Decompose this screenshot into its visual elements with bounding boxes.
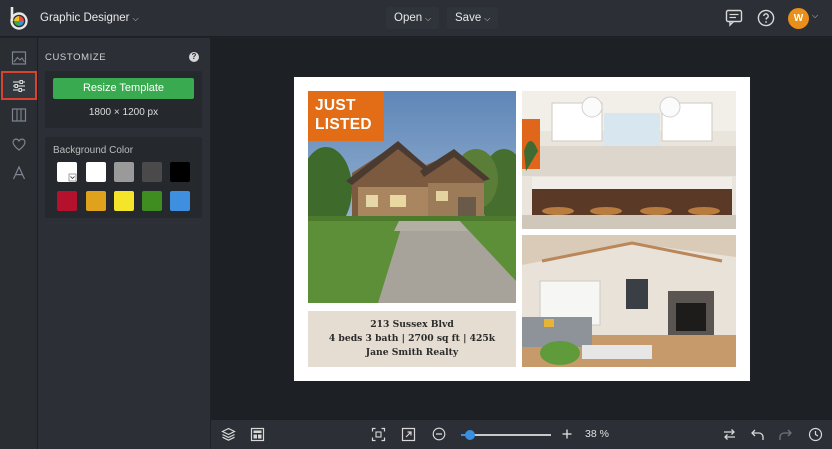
columns-icon	[11, 107, 27, 122]
help-icon[interactable]: ?	[189, 52, 199, 62]
listing-info-box[interactable]: 213 Sussex Blvd 4 beds 3 bath | 2700 sq …	[308, 311, 516, 367]
text-icon	[12, 165, 26, 179]
swatch-orange[interactable]	[86, 191, 106, 211]
image-icon	[11, 50, 27, 65]
save-menu-button[interactable]: Save ⌵	[447, 7, 499, 29]
template-layout-icon[interactable]	[250, 427, 265, 447]
help-icon[interactable]	[757, 9, 775, 32]
badge-line-1: JUST	[315, 97, 356, 114]
user-avatar[interactable]: W	[788, 8, 809, 29]
comments-icon[interactable]	[725, 9, 743, 32]
open-label: Open	[394, 12, 423, 24]
customize-panel: CUSTOMIZE ? Resize Template 1800 × 1200 …	[38, 38, 210, 449]
chevron-down-icon[interactable]: ⌵	[812, 11, 818, 21]
swatch-custom[interactable]	[57, 162, 77, 182]
template-dimensions: 1800 × 1200 px	[88, 107, 159, 118]
zoom-in-icon[interactable]	[560, 427, 574, 446]
background-color-card: Background Color	[45, 137, 202, 218]
heart-icon	[12, 138, 26, 151]
color-picker-icon	[68, 173, 77, 182]
rail-item-image[interactable]	[0, 43, 38, 72]
swatch-gray[interactable]	[114, 162, 134, 182]
befunky-logo[interactable]	[6, 5, 32, 31]
fit-to-screen-icon[interactable]	[371, 427, 386, 447]
swatch-white[interactable]	[86, 162, 106, 182]
swatch-blue[interactable]	[170, 191, 190, 211]
redo-icon[interactable]	[778, 427, 793, 447]
kitchen-photo[interactable]	[522, 91, 736, 229]
swatch-black[interactable]	[170, 162, 190, 182]
layers-icon[interactable]	[221, 427, 236, 447]
resize-card: Resize Template 1800 × 1200 px	[45, 71, 202, 128]
history-icon[interactable]	[808, 427, 823, 447]
app-title-menu[interactable]: Graphic Designer ⌵	[34, 7, 145, 29]
bottom-toolbar: 38 %	[211, 419, 832, 449]
panel-title: CUSTOMIZE	[45, 52, 107, 63]
flyer-template[interactable]: JUST LISTED 213 Sussex Blvd 4 beds 3 bat…	[294, 77, 750, 381]
rail-item-favorites[interactable]	[0, 129, 38, 158]
swatch-dark-gray[interactable]	[142, 162, 162, 182]
tool-rail	[0, 38, 38, 449]
open-menu-button[interactable]: Open ⌵	[386, 7, 440, 29]
expand-icon[interactable]	[401, 427, 416, 447]
top-bar: Graphic Designer ⌵ Open ⌵ Save ⌵ W ⌵	[0, 0, 832, 37]
swap-icon[interactable]	[722, 427, 737, 447]
app-title: Graphic Designer	[40, 12, 130, 24]
listing-address: 213 Sussex Blvd	[370, 319, 454, 330]
background-color-label: Background Color	[53, 145, 134, 156]
listing-details: 4 beds 3 bath | 2700 sq ft | 425k	[328, 333, 496, 344]
rail-item-text[interactable]	[0, 158, 38, 187]
resize-template-button[interactable]: Resize Template	[53, 78, 194, 99]
rail-item-customize[interactable]	[1, 71, 37, 100]
save-label: Save	[455, 12, 482, 24]
zoom-out-icon[interactable]	[432, 427, 446, 446]
zoom-slider-handle[interactable]	[465, 430, 475, 440]
badge-line-2: LISTED	[315, 116, 372, 133]
chevron-down-icon: ⌵	[132, 14, 139, 23]
zoom-percentage: 38 %	[585, 428, 609, 440]
rail-item-layout[interactable]	[0, 100, 38, 129]
swatch-green[interactable]	[142, 191, 162, 211]
living-room-photo[interactable]	[522, 235, 736, 367]
sliders-icon	[13, 79, 25, 92]
chevron-down-icon: ⌵	[484, 14, 491, 23]
listing-agent: Jane Smith Realty	[365, 347, 459, 358]
house-exterior-photo[interactable]: JUST LISTED	[308, 91, 516, 303]
undo-icon[interactable]	[750, 427, 765, 447]
just-listed-badge[interactable]: JUST LISTED	[308, 91, 384, 141]
canvas-workspace: JUST LISTED 213 Sussex Blvd 4 beds 3 bat…	[211, 38, 832, 419]
swatch-crimson[interactable]	[57, 191, 77, 211]
swatch-yellow[interactable]	[114, 191, 134, 211]
chevron-down-icon: ⌵	[425, 14, 432, 23]
